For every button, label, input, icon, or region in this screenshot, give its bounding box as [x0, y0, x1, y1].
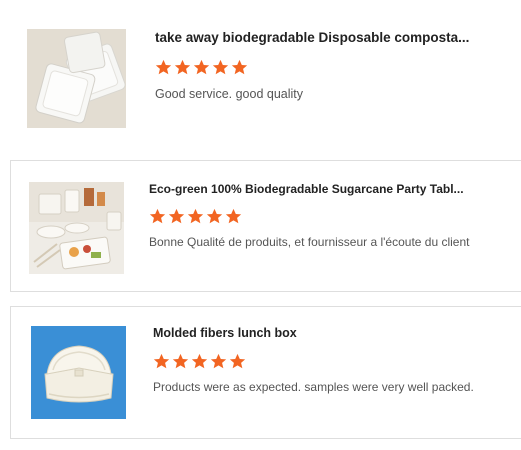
rating-stars — [149, 208, 242, 225]
review-card[interactable]: Molded fibers lunch box Products were as… — [10, 306, 521, 439]
star-icon — [187, 208, 204, 224]
review-comment: Bonne Qualité de produits, et fournisseu… — [149, 235, 470, 249]
product-title[interactable]: Molded fibers lunch box — [153, 326, 297, 340]
star-icon — [168, 208, 185, 224]
product-title[interactable]: Eco-green 100% Biodegradable Sugarcane P… — [149, 182, 464, 196]
rating-stars — [153, 353, 246, 370]
star-icon — [212, 59, 229, 75]
star-icon — [225, 208, 242, 224]
party-tableware-image[interactable] — [29, 182, 124, 274]
star-icon — [172, 353, 189, 369]
clamshell-box-image[interactable] — [31, 326, 126, 419]
review-comment: Products were as expected. samples were … — [153, 380, 474, 394]
star-icon — [149, 208, 166, 224]
star-icon — [210, 353, 227, 369]
review-card[interactable]: take away biodegradable Disposable compo… — [0, 0, 521, 150]
star-icon — [155, 59, 172, 75]
square-plates-image[interactable] — [27, 29, 126, 128]
star-icon — [191, 353, 208, 369]
star-icon — [153, 353, 170, 369]
rating-stars — [155, 59, 248, 76]
star-icon — [206, 208, 223, 224]
product-title[interactable]: take away biodegradable Disposable compo… — [155, 30, 469, 45]
review-comment: Good service. good quality — [155, 87, 304, 101]
star-icon — [231, 59, 248, 75]
star-icon — [174, 59, 191, 75]
star-icon — [229, 353, 246, 369]
star-icon — [193, 59, 210, 75]
review-card[interactable]: Eco-green 100% Biodegradable Sugarcane P… — [10, 160, 521, 292]
